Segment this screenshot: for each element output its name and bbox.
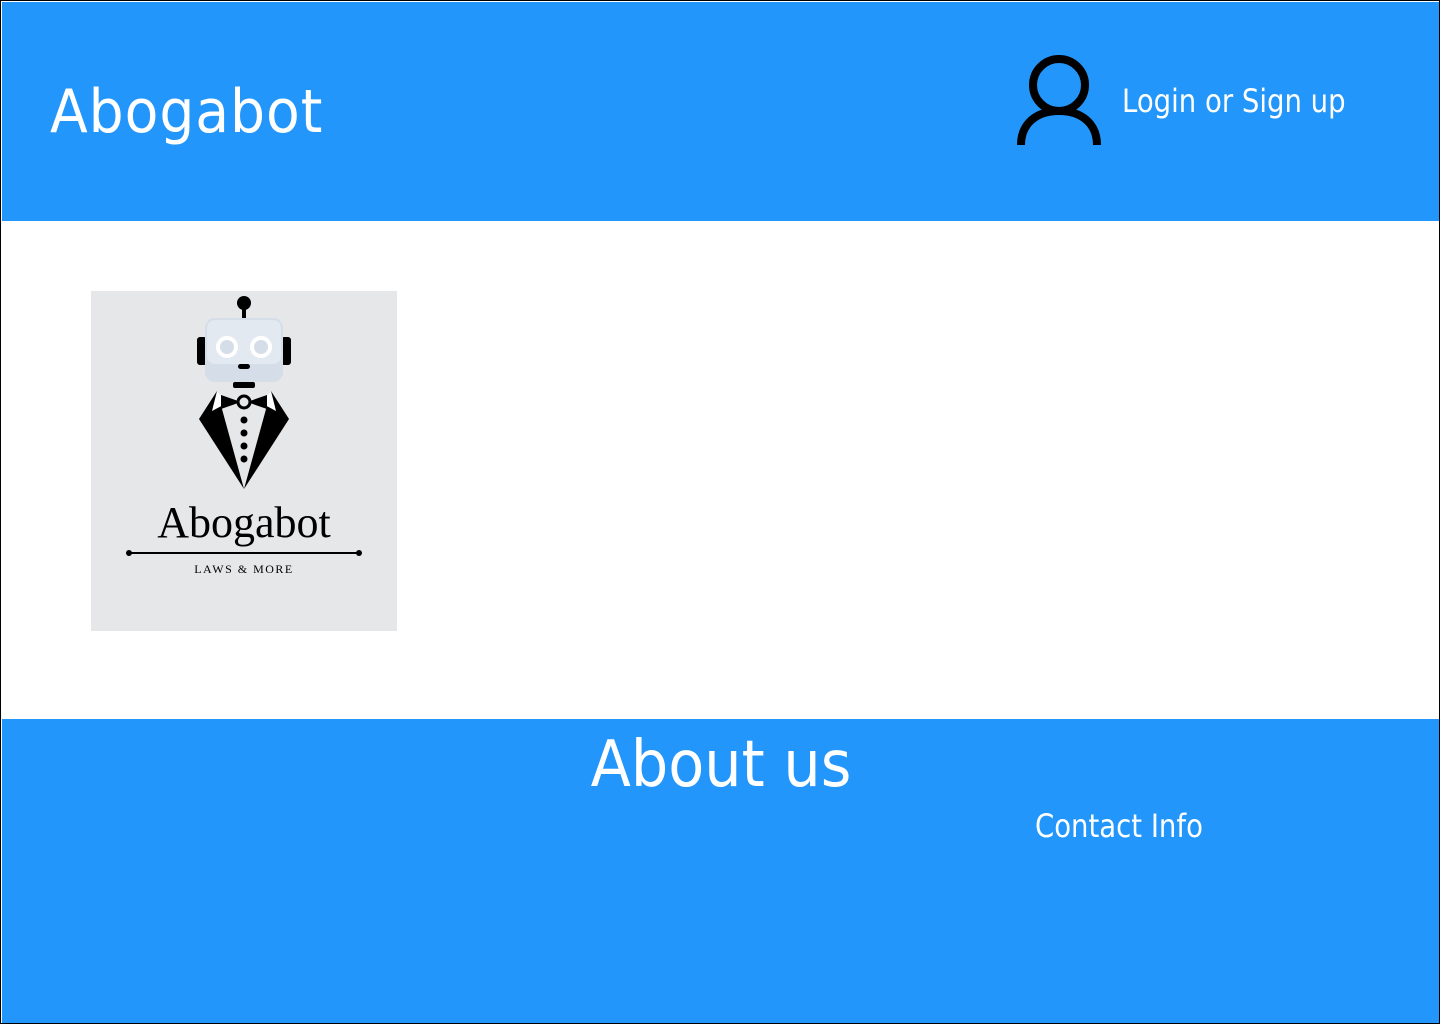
contact-info-link[interactable]: Contact Info	[1035, 807, 1203, 845]
site-header: Abogabot Login or Sign up	[2, 2, 1439, 221]
login-signup-link[interactable]: Login or Sign up	[1016, 54, 1382, 148]
robot-in-tuxedo-logo: Abogabot LAWS & MORE	[126, 296, 362, 576]
login-signup-label[interactable]: Login or Sign up	[1122, 82, 1346, 120]
logo-name: Abogabot	[157, 498, 331, 547]
site-footer: About us Contact Info	[2, 719, 1439, 1023]
user-icon[interactable]	[1016, 54, 1102, 148]
site-title[interactable]: Abogabot	[50, 76, 323, 148]
page-frame: Abogabot Login or Sign up Abogabot LAWS …	[0, 0, 1440, 1024]
about-us-heading: About us	[590, 728, 852, 802]
logo-tagline: LAWS & MORE	[194, 562, 294, 576]
abogabot-logo: Abogabot LAWS & MORE	[91, 291, 397, 631]
